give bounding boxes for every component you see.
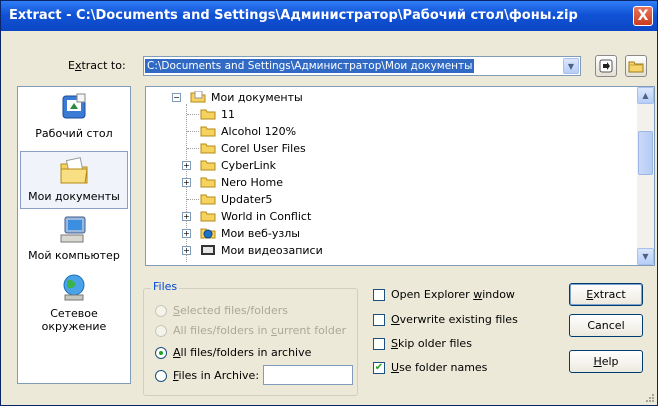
tree-line	[187, 148, 199, 149]
tree-node-label: Мои документы	[211, 91, 303, 104]
folder-icon	[200, 159, 216, 171]
place-label: Мой компьютер	[28, 249, 120, 262]
tree-node-label: Мои видеозаписи	[221, 244, 323, 257]
tree-line	[187, 199, 199, 200]
tree-node-videos[interactable]: Мои видеозаписи	[200, 242, 323, 259]
tree-node-web-folders[interactable]: Мои веб-узлы	[200, 225, 300, 242]
tree-node-label: World in Conflict	[221, 210, 312, 223]
my-documents-icon	[57, 156, 91, 186]
checkbox-overwrite[interactable]	[373, 314, 385, 326]
collapse-icon[interactable]: −	[172, 93, 181, 102]
tree-node-label: CyberLink	[221, 159, 276, 172]
radio-current-folder[interactable]	[155, 325, 167, 337]
new-folder-icon	[628, 61, 644, 73]
tree-node-label: Alcohol 120%	[221, 125, 297, 138]
web-folder-icon	[200, 227, 216, 239]
extract-button[interactable]: Extract	[569, 283, 643, 306]
folder-icon	[200, 210, 216, 222]
checkbox-open-explorer[interactable]	[373, 289, 385, 301]
help-button[interactable]: Help	[569, 350, 643, 373]
folder-icon	[200, 142, 216, 154]
extract-to-value[interactable]: C:\Documents and Settings\Администратор\…	[145, 59, 475, 73]
window-title: Extract - C:\Documents and Settings\Адми…	[9, 8, 578, 23]
expand-icon[interactable]: +	[182, 212, 191, 221]
close-button[interactable]: X	[633, 6, 653, 26]
places-bar: Рабочий стол Мои документы Мой компьютер…	[17, 86, 131, 384]
place-label: Рабочий стол	[35, 127, 113, 140]
vertical-scrollbar[interactable]: ▲ ▼	[637, 87, 654, 265]
go-up-button[interactable]	[595, 55, 617, 77]
radio-current-folder-label: All files/folders in current folder	[173, 324, 347, 337]
tree-node-alcohol[interactable]: Alcohol 120%	[200, 123, 296, 140]
expand-icon[interactable]: +	[182, 161, 191, 170]
tree-node-label: Мои веб-узлы	[221, 227, 300, 240]
tree-node-label: Corel User Files	[221, 142, 306, 155]
place-my-computer[interactable]: Мой компьютер	[20, 215, 128, 273]
radio-files-in-archive-label: Files in Archive:	[173, 369, 260, 382]
new-folder-button[interactable]	[625, 55, 647, 77]
extract-dialog: Extract - C:\Documents and Settings\Адми…	[0, 0, 658, 406]
tree-node-label: Updater5	[221, 193, 273, 206]
scroll-thumb[interactable]	[638, 131, 653, 175]
place-desktop[interactable]: Рабочий стол	[20, 93, 128, 151]
tree-node-nero-home[interactable]: Nero Home	[200, 174, 283, 191]
place-network[interactable]: Сетевое окружение	[20, 273, 128, 333]
arrow-folder-icon	[599, 59, 613, 73]
radio-all-files-label: All files/folders in archive	[173, 346, 312, 359]
scroll-down-icon[interactable]: ▼	[637, 248, 654, 265]
expand-icon[interactable]: +	[182, 246, 191, 255]
place-my-documents[interactable]: Мои документы	[20, 151, 128, 209]
checkbox-open-explorer-label: Open Explorer window	[391, 288, 515, 301]
tree-node-world-in-conflict[interactable]: World in Conflict	[200, 208, 311, 225]
folder-tree[interactable]: − Мои документы 11 Alcohol 120% Corel Us…	[145, 86, 655, 266]
checkbox-skip-older[interactable]	[373, 338, 385, 350]
tree-line	[187, 114, 199, 115]
checkbox-skip-older-label: Skip older files	[391, 337, 472, 350]
tree-node-updater5[interactable]: Updater5	[200, 191, 272, 208]
network-icon	[57, 273, 91, 303]
title-bar[interactable]: Extract - C:\Documents and Settings\Адми…	[1, 1, 657, 31]
place-label: Сетевое окружение	[41, 307, 107, 333]
checkbox-overwrite-label: Overwrite existing files	[391, 313, 518, 326]
files-group-legend: Files	[151, 280, 180, 293]
folder-icon	[200, 125, 216, 137]
tree-node-my-documents[interactable]: Мои документы	[190, 89, 303, 106]
cancel-button[interactable]: Cancel	[569, 314, 643, 337]
tree-line	[187, 131, 199, 132]
folder-icon	[200, 108, 216, 120]
radio-files-in-archive[interactable]	[155, 370, 167, 382]
files-in-archive-input[interactable]	[263, 365, 353, 385]
radio-selected-files[interactable]	[155, 305, 167, 317]
resize-grip-icon[interactable]	[644, 392, 654, 402]
folder-icon	[200, 193, 216, 205]
radio-all-files[interactable]	[155, 347, 167, 359]
tree-node-label: 11	[221, 108, 235, 121]
tree-node-corel[interactable]: Corel User Files	[200, 140, 306, 157]
checkbox-use-folder-names-label: Use folder names	[391, 361, 488, 374]
extract-to-label: Extract to:	[68, 59, 126, 72]
extract-to-combobox[interactable]: C:\Documents and Settings\Администратор\…	[143, 56, 581, 76]
folder-icon	[200, 176, 216, 188]
expand-icon[interactable]: +	[182, 178, 191, 187]
my-computer-icon	[57, 215, 91, 245]
desktop-icon	[57, 93, 91, 123]
video-folder-icon	[200, 244, 216, 256]
checkbox-use-folder-names[interactable]: ✔	[373, 362, 385, 374]
my-documents-folder-icon	[190, 90, 206, 103]
tree-node-cyberlink[interactable]: CyberLink	[200, 157, 276, 174]
expand-icon[interactable]: +	[182, 229, 191, 238]
tree-node-11[interactable]: 11	[200, 106, 235, 123]
tree-node-label: Nero Home	[221, 176, 283, 189]
radio-selected-files-label: Selected files/folders	[173, 304, 289, 317]
scroll-up-icon[interactable]: ▲	[637, 87, 654, 104]
place-label: Мои документы	[28, 190, 120, 203]
dropdown-arrow-icon[interactable]: ▼	[563, 58, 579, 74]
